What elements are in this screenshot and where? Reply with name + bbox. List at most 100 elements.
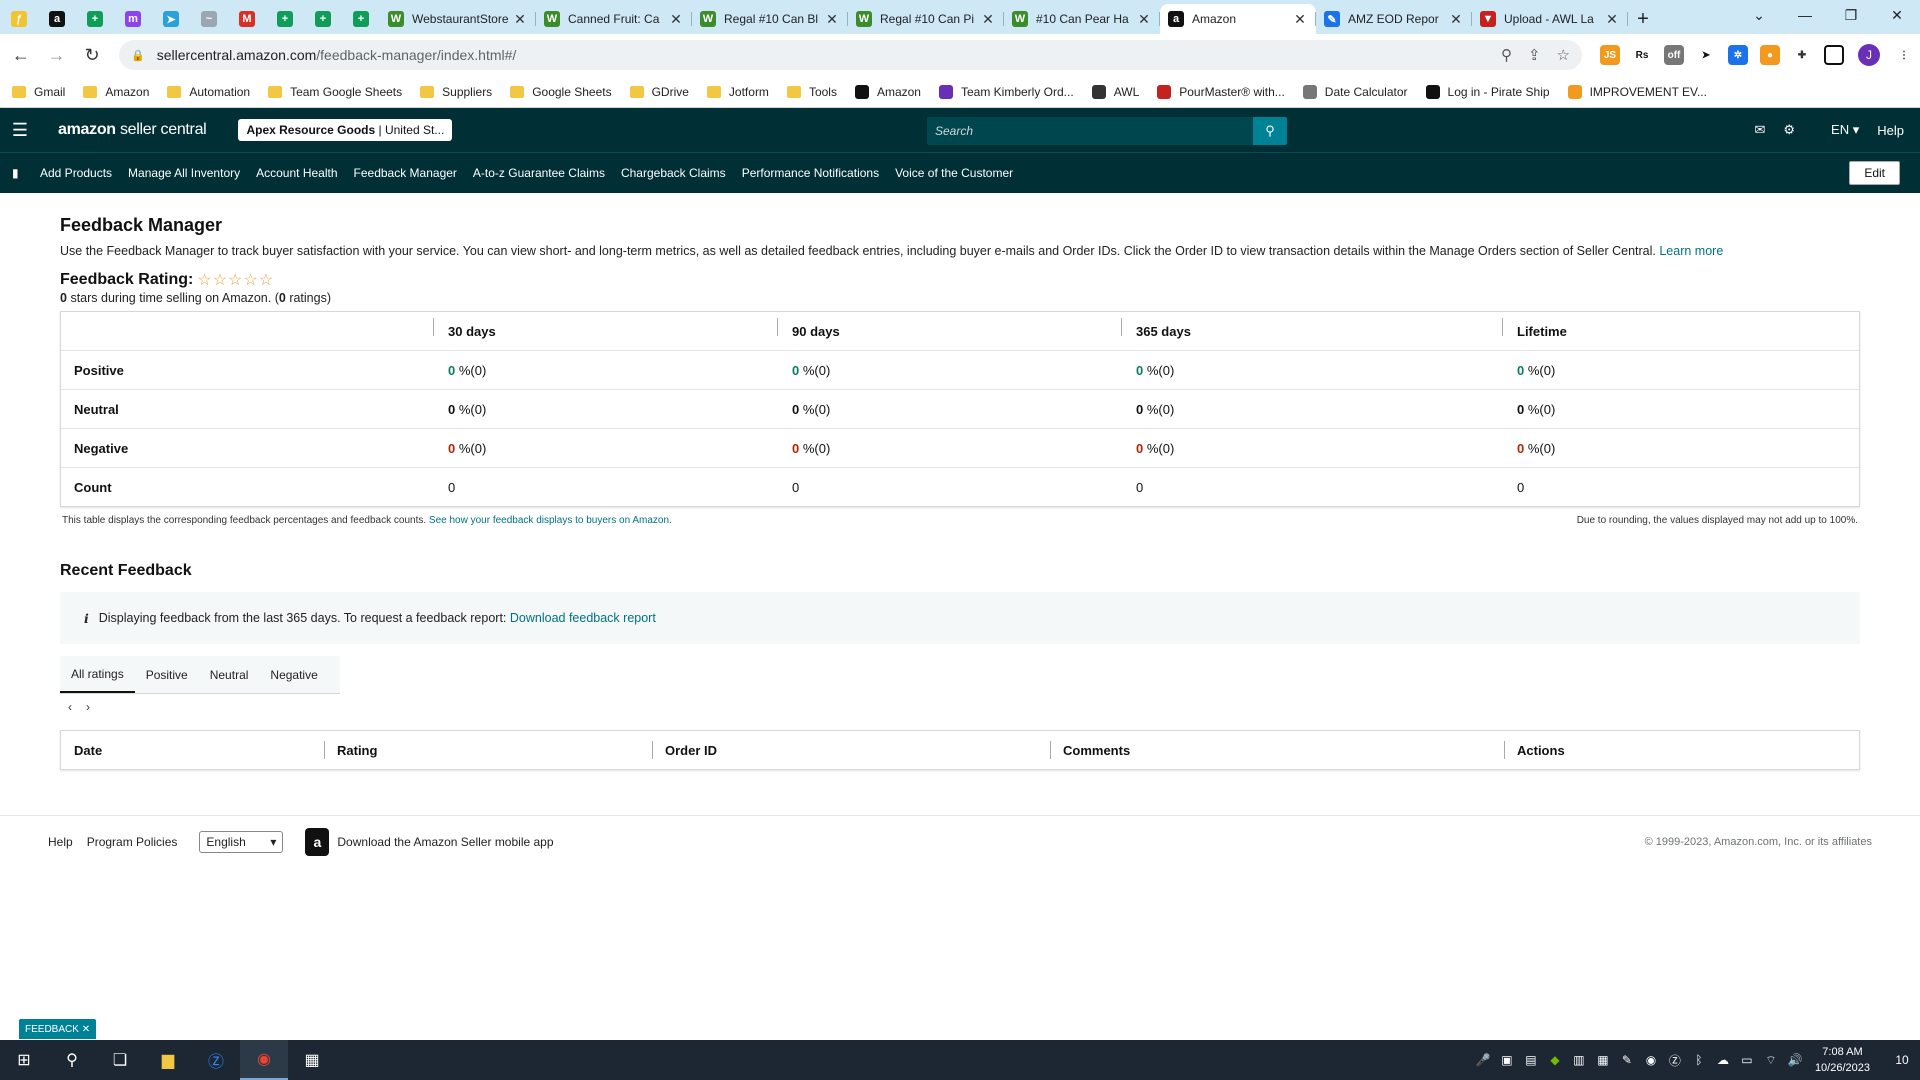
bookmark-folder[interactable]: Automation — [167, 85, 250, 99]
tab-negative[interactable]: Negative — [259, 656, 328, 693]
settings-gear-icon[interactable]: ⚙ — [1783, 122, 1795, 138]
bookmark-folder[interactable]: Gmail — [12, 85, 65, 99]
bookmark-star-icon[interactable]: ☆ — [1557, 46, 1570, 64]
feedback-display-link[interactable]: See how your feedback displays to buyers… — [429, 515, 672, 526]
col-header-comments[interactable]: Comments — [1050, 740, 1504, 759]
bookmark-folder[interactable]: Tools — [786, 85, 837, 99]
taskbar-search-icon[interactable]: ⚲ — [48, 1040, 96, 1080]
tray-zoom-icon[interactable]: Ⓩ — [1663, 1052, 1687, 1069]
seller-central-logo[interactable]: amazon seller central — [58, 121, 207, 139]
tray-app-icon[interactable]: ▣ — [1495, 1053, 1519, 1067]
new-tab-icon[interactable]: + — [1628, 4, 1658, 34]
close-window-icon[interactable]: ✕ — [1874, 0, 1920, 30]
feedback-tab-button[interactable]: FEEDBACK ✕ — [19, 1019, 97, 1039]
bookmark-pour[interactable]: PourMaster® with... — [1157, 84, 1285, 99]
tab-all-ratings[interactable]: All ratings — [60, 656, 135, 693]
close-icon[interactable]: ✕ — [82, 1024, 90, 1035]
pinned-tab[interactable]: + — [76, 4, 114, 34]
off-extension-icon[interactable]: off — [1664, 45, 1684, 65]
task-view-icon[interactable]: ❏ — [96, 1040, 144, 1080]
orange-extension-icon[interactable]: ● — [1760, 45, 1780, 65]
nav-item[interactable]: Feedback Manager — [354, 166, 457, 180]
tab-close-icon[interactable]: ✕ — [1448, 11, 1464, 28]
col-header-order-id[interactable]: Order ID — [652, 740, 1050, 759]
col-header-rating[interactable]: Rating — [324, 740, 652, 759]
tab-close-icon[interactable]: ✕ — [1292, 11, 1308, 28]
download-feedback-report-link[interactable]: Download feedback report — [510, 611, 656, 625]
tray-chat-icon[interactable]: ▤ — [1519, 1053, 1543, 1067]
url-text[interactable]: sellercentral.amazon.com/feedback-manage… — [157, 47, 1485, 63]
pinned-tab[interactable]: ➤ — [152, 4, 190, 34]
side-panel-icon[interactable] — [1824, 45, 1844, 65]
footer-help-link[interactable]: Help — [48, 835, 73, 849]
chrome-app-icon[interactable]: ◉ — [240, 1040, 288, 1080]
menu-hamburger-icon[interactable]: ☰ — [0, 108, 40, 152]
pinned-tab[interactable]: m — [114, 4, 152, 34]
helper-extension-icon[interactable]: ✲ — [1728, 45, 1748, 65]
nvidia-icon[interactable]: ◆ — [1543, 1053, 1567, 1067]
js-extension-icon[interactable]: JS — [1600, 45, 1620, 65]
bookmark-folder[interactable]: Amazon — [83, 85, 149, 99]
lock-icon[interactable]: 🔒 — [131, 49, 145, 62]
nav-item[interactable]: Add Products — [40, 166, 112, 180]
bluetooth-icon[interactable]: ᛒ — [1687, 1053, 1711, 1067]
tray-chrome-icon[interactable]: ◉ — [1639, 1053, 1663, 1067]
wifi-icon[interactable]: ⌔ — [1759, 1053, 1783, 1068]
bookmark-improve[interactable]: IMPROVEMENT EV... — [1567, 84, 1707, 99]
pinned-tab[interactable]: + — [342, 4, 380, 34]
learn-more-link[interactable]: Learn more — [1659, 244, 1723, 258]
tab-close-icon[interactable]: ✕ — [512, 11, 528, 28]
bookmark-folder[interactable]: Google Sheets — [510, 85, 612, 99]
bookmark-pirate[interactable]: Log in - Pirate Ship — [1425, 84, 1550, 99]
nav-item[interactable]: Chargeback Claims — [621, 166, 726, 180]
chevron-left-icon[interactable]: ‹ — [68, 700, 72, 714]
back-icon[interactable]: ← — [6, 40, 36, 70]
col-header-date[interactable]: Date — [61, 743, 324, 758]
browser-tab[interactable]: W Regal #10 Can Pi ✕ — [848, 4, 1004, 34]
system-clock[interactable]: 7:08 AM 10/26/2023 — [1815, 1044, 1870, 1076]
share-icon[interactable]: ⇪ — [1528, 46, 1541, 64]
search-input[interactable]: Search — [927, 117, 1253, 145]
browser-tab[interactable]: W Regal #10 Can Bl ✕ — [692, 4, 848, 34]
nav-item[interactable]: Account Health — [256, 166, 337, 180]
col-header-actions[interactable]: Actions — [1504, 740, 1859, 759]
download-app-link[interactable]: Download the Amazon Seller mobile app — [337, 835, 553, 849]
browser-tab[interactable]: ✎ AMZ EOD Repor ✕ — [1316, 4, 1472, 34]
bookmark-folder[interactable]: Team Google Sheets — [268, 85, 402, 99]
store-selector[interactable]: Apex Resource Goods | United St... — [238, 119, 453, 141]
tab-close-icon[interactable]: ✕ — [1604, 11, 1620, 28]
notifications-icon[interactable]: 10 — [1884, 1053, 1920, 1067]
program-policies-link[interactable]: Program Policies — [87, 835, 178, 849]
address-bar[interactable]: 🔒 sellercentral.amazon.com/feedback-mana… — [119, 40, 1582, 70]
bookmark-folder[interactable]: GDrive — [629, 85, 689, 99]
pinned-tab[interactable]: ~ — [190, 4, 228, 34]
bookmark-folder[interactable]: Suppliers — [420, 85, 492, 99]
bookmark-calc[interactable]: Date Calculator — [1302, 84, 1408, 99]
language-selector[interactable]: EN ▾ — [1813, 122, 1859, 138]
windows-start-icon[interactable]: ⊞ — [0, 1040, 48, 1080]
tab-positive[interactable]: Positive — [135, 656, 199, 693]
mail-icon[interactable]: ✉ — [1754, 122, 1765, 138]
chevron-right-icon[interactable]: › — [86, 700, 90, 714]
browser-tab[interactable]: ▼ Upload - AWL La ✕ — [1472, 4, 1628, 34]
tab-close-icon[interactable]: ✕ — [668, 11, 684, 28]
nav-item[interactable]: Voice of the Customer — [895, 166, 1013, 180]
cursor-extension-icon[interactable]: ➤ — [1696, 45, 1716, 65]
tab-search-icon[interactable]: ⌄ — [1736, 0, 1782, 30]
bookmark-folder[interactable]: Jotform — [706, 85, 769, 99]
forward-icon[interactable]: → — [42, 40, 72, 70]
pinned-tab[interactable]: ƒ — [0, 4, 38, 34]
bookmark-form[interactable]: Team Kimberly Ord... — [938, 84, 1074, 99]
zoom-app-icon[interactable]: Ⓩ — [192, 1040, 240, 1080]
profile-avatar[interactable]: J — [1858, 44, 1880, 66]
pen-icon[interactable]: ✎ — [1615, 1053, 1639, 1067]
microphone-icon[interactable]: 🎤 — [1471, 1053, 1495, 1067]
nav-item[interactable]: Performance Notifications — [742, 166, 879, 180]
amazon-app-icon[interactable]: a — [305, 827, 330, 856]
pinned-tab[interactable]: a — [38, 4, 76, 34]
tab-neutral[interactable]: Neutral — [199, 656, 260, 693]
pinned-tab[interactable]: M — [228, 4, 266, 34]
pinned-tab[interactable]: + — [304, 4, 342, 34]
pinned-tab[interactable]: + — [266, 4, 304, 34]
minimize-icon[interactable]: — — [1782, 0, 1828, 30]
